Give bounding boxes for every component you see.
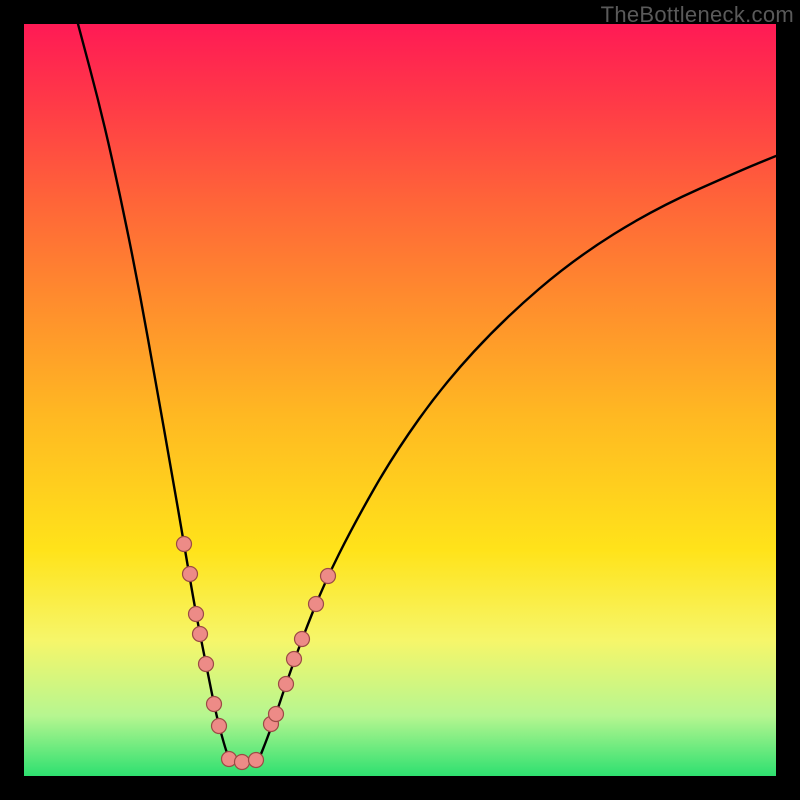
right-arm-curve (259, 156, 776, 759)
marker-dot (279, 677, 294, 692)
marker-dot (287, 652, 302, 667)
marker-dot (321, 569, 336, 584)
marker-dot (249, 753, 264, 768)
marker-dot (189, 607, 204, 622)
marker-dot (235, 755, 250, 770)
marker-dot (183, 567, 198, 582)
marker-dot (199, 657, 214, 672)
marker-dot (295, 632, 310, 647)
marker-group (177, 537, 336, 770)
curve-overlay (24, 24, 776, 776)
marker-dot (207, 697, 222, 712)
marker-dot (193, 627, 208, 642)
marker-dot (309, 597, 324, 612)
marker-dot (177, 537, 192, 552)
marker-dot (212, 719, 227, 734)
watermark-label: TheBottleneck.com (601, 2, 794, 28)
marker-dot (269, 707, 284, 722)
left-arm-curve (78, 24, 229, 759)
